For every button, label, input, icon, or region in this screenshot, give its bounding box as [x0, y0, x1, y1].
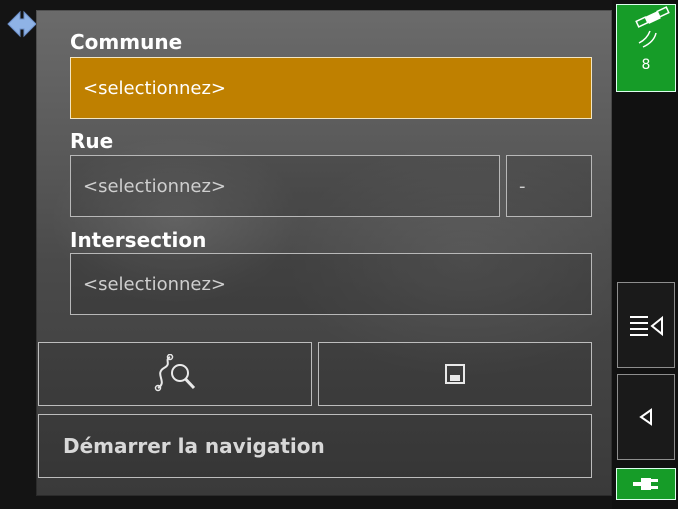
save-icon	[445, 364, 465, 384]
rue-value: <selectionnez>	[83, 175, 226, 197]
rue-field[interactable]: <selectionnez>	[70, 155, 500, 217]
address-entry-panel: Commune <selectionnez> Rue <selectionnez…	[36, 10, 612, 496]
save-button[interactable]	[318, 342, 592, 406]
rue-label: Rue	[70, 129, 114, 153]
intersection-field[interactable]: <selectionnez>	[70, 253, 592, 315]
search-route-button[interactable]	[38, 342, 312, 406]
navigation-screen: Commune <selectionnez> Rue <selectionnez…	[0, 0, 678, 509]
commune-value: <selectionnez>	[83, 77, 226, 99]
start-navigation-label: Démarrer la navigation	[63, 434, 325, 458]
right-sidebar: 8	[612, 0, 678, 509]
direction-arrows-icon[interactable]	[6, 10, 38, 38]
gps-status[interactable]: 8	[616, 4, 676, 92]
commune-field[interactable]: <selectionnez>	[70, 57, 592, 119]
menu-button[interactable]	[617, 282, 675, 368]
house-number-field[interactable]: -	[506, 155, 592, 217]
list-menu-icon	[630, 315, 663, 337]
intersection-label: Intersection	[70, 228, 207, 252]
power-status[interactable]	[616, 468, 676, 500]
back-button[interactable]	[617, 374, 675, 460]
plug-icon	[633, 478, 658, 490]
start-navigation-button[interactable]: Démarrer la navigation	[38, 414, 592, 478]
commune-label: Commune	[70, 30, 183, 54]
intersection-value: <selectionnez>	[83, 273, 226, 295]
house-number-value: -	[519, 175, 526, 197]
satellite-count: 8	[641, 57, 651, 73]
route-search-icon	[154, 354, 196, 392]
back-arrow-icon	[639, 408, 652, 426]
satellite-icon	[635, 6, 670, 48]
